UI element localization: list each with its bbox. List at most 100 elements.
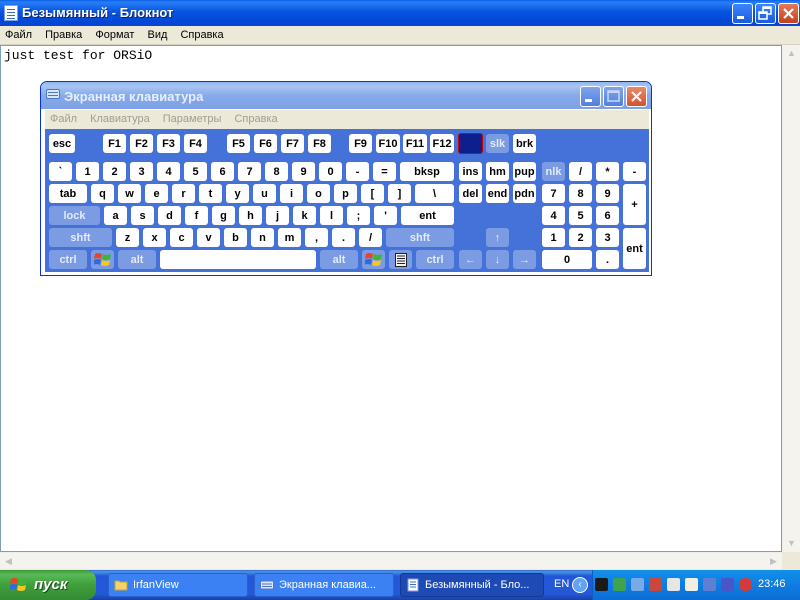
key-arrow-down[interactable]: ↓	[486, 250, 509, 269]
key-f8[interactable]: F8	[308, 134, 331, 153]
key-5[interactable]: 5	[184, 162, 207, 181]
tray-antivirus-icon[interactable]	[649, 578, 662, 591]
key-backtick[interactable]: `	[49, 162, 72, 181]
key-8[interactable]: 8	[265, 162, 288, 181]
key-m[interactable]: m	[278, 228, 301, 247]
key-prtscn[interactable]	[458, 133, 483, 154]
key-f7[interactable]: F7	[281, 134, 304, 153]
tray-battery-icon[interactable]	[721, 578, 734, 591]
key-numlock[interactable]: nlk	[542, 162, 565, 181]
key-quote[interactable]: '	[374, 206, 397, 225]
key-right-win[interactable]	[362, 250, 385, 269]
key-f3[interactable]: F3	[157, 134, 180, 153]
key-numpad-enter[interactable]: ent	[623, 228, 646, 269]
menu-help[interactable]: Справка	[175, 26, 228, 41]
key-v[interactable]: v	[197, 228, 220, 247]
key-insert[interactable]: ins	[459, 162, 482, 181]
restore-button[interactable]	[755, 3, 776, 24]
key-page-down[interactable]: pdn	[513, 184, 536, 203]
key-j[interactable]: j	[266, 206, 289, 225]
key-arrow-up[interactable]: ↑	[486, 228, 509, 247]
key-numpad-6[interactable]: 6	[596, 206, 619, 225]
language-indicator[interactable]: EN	[554, 578, 569, 590]
key-numpad-4[interactable]: 4	[542, 206, 565, 225]
key-semicolon[interactable]: ;	[347, 206, 370, 225]
tray-connection-icon[interactable]	[631, 578, 644, 591]
menu-view[interactable]: Вид	[142, 26, 172, 41]
key-space[interactable]	[160, 250, 316, 269]
tray-app-icon[interactable]	[595, 578, 608, 591]
notepad-title-bar[interactable]: Безымянный - Блокнот	[0, 0, 800, 26]
key-s[interactable]: s	[131, 206, 154, 225]
taskbar-button-notepad[interactable]: Безымянный - Бло...	[400, 573, 544, 597]
key-f10[interactable]: F10	[376, 134, 400, 153]
key-p[interactable]: p	[334, 184, 357, 203]
scroll-right-icon[interactable]: ▶	[765, 553, 782, 570]
key-capslock[interactable]: lock	[49, 206, 100, 225]
key-left-ctrl[interactable]: ctrl	[49, 250, 87, 269]
key-c[interactable]: c	[170, 228, 193, 247]
key-left-win[interactable]	[91, 250, 114, 269]
key-h[interactable]: h	[239, 206, 262, 225]
osk-menu-keyboard[interactable]: Клавиатура	[85, 110, 155, 125]
key-numpad-5[interactable]: 5	[569, 206, 592, 225]
tray-hand-icon[interactable]	[685, 578, 698, 591]
key-y[interactable]: y	[226, 184, 249, 203]
key-end[interactable]: end	[486, 184, 509, 203]
osk-menu-file[interactable]: Файл	[45, 110, 82, 125]
clock[interactable]: 23:46	[758, 578, 786, 590]
notepad-icon[interactable]	[4, 5, 18, 21]
key-n[interactable]: n	[251, 228, 274, 247]
key-4[interactable]: 4	[157, 162, 180, 181]
key-enter[interactable]: ent	[401, 206, 454, 225]
key-x[interactable]: x	[143, 228, 166, 247]
key-numpad-0[interactable]: 0	[542, 250, 592, 269]
tray-security-shield-icon[interactable]	[739, 578, 752, 591]
key-r[interactable]: r	[172, 184, 195, 203]
horizontal-scrollbar[interactable]: ◀ ▶	[0, 552, 782, 569]
key-period[interactable]: .	[332, 228, 355, 247]
taskbar-button-osk[interactable]: Экранная клавиа...	[254, 573, 394, 597]
key-numpad-2[interactable]: 2	[569, 228, 592, 247]
key-f11[interactable]: F11	[403, 134, 427, 153]
key-numpad-8[interactable]: 8	[569, 184, 592, 203]
key-i[interactable]: i	[280, 184, 303, 203]
menu-edit[interactable]: Правка	[40, 26, 87, 41]
key-right-shift[interactable]: shft	[386, 228, 454, 247]
close-button[interactable]	[778, 3, 799, 24]
key-page-up[interactable]: pup	[513, 162, 536, 181]
key-l[interactable]: l	[320, 206, 343, 225]
key-right-bracket[interactable]: ]	[388, 184, 411, 203]
key-backspace[interactable]: bksp	[400, 162, 454, 181]
key-numpad-plus[interactable]: +	[623, 184, 646, 225]
tray-volume-icon[interactable]	[667, 578, 680, 591]
key-equals[interactable]: =	[373, 162, 396, 181]
key-2[interactable]: 2	[103, 162, 126, 181]
key-numpad-7[interactable]: 7	[542, 184, 565, 203]
key-arrow-left[interactable]: ←	[459, 250, 482, 269]
scroll-up-icon[interactable]: ▲	[783, 45, 800, 62]
key-slk[interactable]: slk	[486, 134, 509, 153]
key-9[interactable]: 9	[292, 162, 315, 181]
key-f1[interactable]: F1	[103, 134, 126, 153]
key-g[interactable]: g	[212, 206, 235, 225]
notepad-content[interactable]: just test for ORSiO	[4, 48, 152, 63]
key-numpad-minus[interactable]: -	[623, 162, 646, 181]
key-a[interactable]: a	[104, 206, 127, 225]
tray-display-icon[interactable]	[703, 578, 716, 591]
osk-menu-help[interactable]: Справка	[229, 110, 282, 125]
key-f5[interactable]: F5	[227, 134, 250, 153]
key-f9[interactable]: F9	[349, 134, 372, 153]
key-z[interactable]: z	[116, 228, 139, 247]
key-6[interactable]: 6	[211, 162, 234, 181]
key-k[interactable]: k	[293, 206, 316, 225]
key-right-alt[interactable]: alt	[320, 250, 358, 269]
key-delete[interactable]: del	[459, 184, 482, 203]
size-grip[interactable]	[782, 552, 800, 569]
vertical-scrollbar[interactable]: ▲ ▼	[782, 45, 800, 552]
key-f[interactable]: f	[185, 206, 208, 225]
key-brk[interactable]: brk	[513, 134, 536, 153]
tray-network-icon[interactable]	[613, 578, 626, 591]
key-numpad-multiply[interactable]: *	[596, 162, 619, 181]
key-esc[interactable]: esc	[49, 134, 75, 153]
